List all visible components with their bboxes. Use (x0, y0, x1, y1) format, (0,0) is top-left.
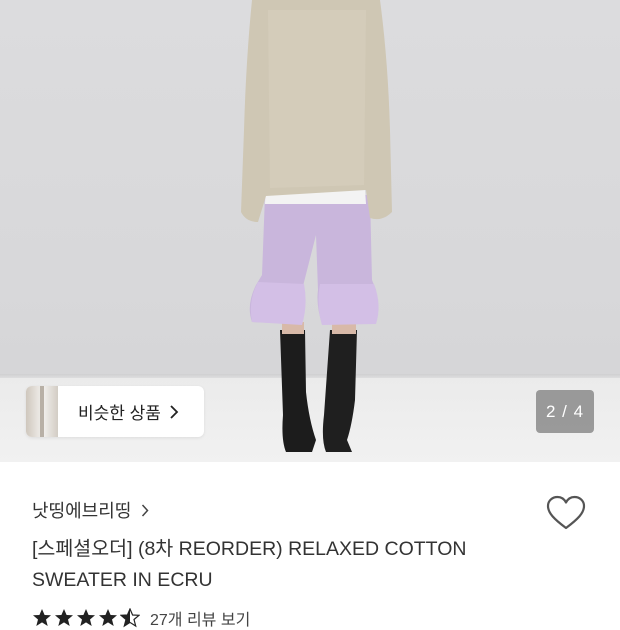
heart-icon (546, 495, 586, 530)
wishlist-button[interactable] (545, 494, 587, 532)
product-image[interactable]: 비슷한 상품 2 / 4 (0, 0, 620, 462)
chevron-right-icon (170, 404, 179, 419)
product-title-line-1: [스페셜오더] (8차 REORDER) RELAXED COTTON (32, 538, 467, 560)
chevron-right-icon (142, 503, 149, 517)
rating-row[interactable]: 27개 리뷰 보기 (32, 606, 250, 630)
star-icon (33, 609, 51, 626)
brand-link[interactable]: 낫띵에브리띵 (32, 497, 149, 523)
product-title-line-2: SWEATER IN ECRU (32, 569, 213, 591)
image-page-indicator: 2 / 4 (536, 390, 594, 433)
star-icon (77, 609, 95, 626)
similar-products-label: 비슷한 상품 (78, 404, 161, 423)
star-icon (99, 609, 117, 626)
star-half-icon (120, 608, 140, 628)
similar-product-thumbnail (26, 386, 58, 437)
brand-name: 낫띵에브리띵 (32, 501, 132, 521)
star-rating (32, 608, 140, 628)
review-link[interactable]: 27개 리뷰 보기 (150, 606, 250, 630)
similar-products-button[interactable]: 비슷한 상품 (26, 386, 204, 437)
product-title: [스페셜오더] (8차 REORDER) RELAXED COTTON SWEA… (32, 534, 532, 596)
star-icon (55, 609, 73, 626)
